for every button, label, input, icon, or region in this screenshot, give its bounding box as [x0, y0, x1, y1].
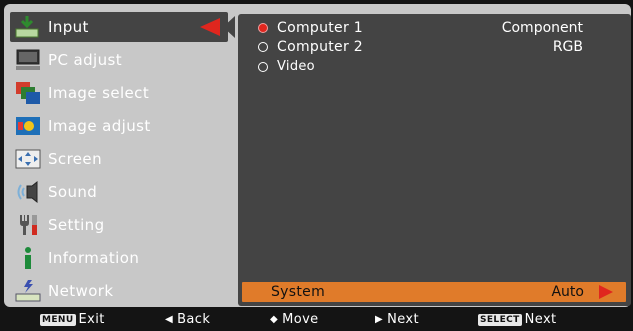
footer-exit: MENU Exit: [40, 312, 105, 327]
network-icon: [12, 277, 44, 305]
up-down-arrow-icon: ◆: [270, 314, 279, 325]
pc-adjust-icon: [12, 46, 44, 74]
option-value: RGB: [552, 39, 583, 55]
menu-key-icon: MENU: [40, 313, 76, 326]
menu-item-label: Information: [48, 249, 140, 267]
setting-icon: [12, 211, 44, 239]
information-icon: [12, 244, 44, 272]
menu-item-label: Network: [48, 282, 114, 300]
footer-next-label: Next: [387, 312, 419, 327]
right-arrow-icon: ▶: [375, 314, 384, 325]
footer-exit-label: Exit: [78, 312, 105, 327]
screen-icon: [12, 145, 44, 173]
menu-item-sound[interactable]: Sound: [10, 177, 228, 207]
footer-back-label: Back: [177, 312, 211, 327]
menu-item-label: Setting: [48, 216, 105, 234]
menu-item-screen[interactable]: Screen: [10, 144, 228, 174]
system-row[interactable]: System Auto: [242, 282, 626, 302]
footer-move: ◆ Move: [270, 312, 319, 327]
menu-item-setting[interactable]: Setting: [10, 210, 228, 240]
select-key-icon: SELECT: [478, 313, 522, 326]
menu-panel: Input PC adjust Image select Image adjus…: [4, 4, 631, 307]
menu-item-network[interactable]: Network: [10, 276, 228, 306]
menu-item-label: PC adjust: [48, 51, 122, 69]
menu-item-information[interactable]: Information: [10, 243, 228, 273]
sound-icon: [12, 178, 44, 206]
radio-icon: [258, 61, 268, 72]
menu-item-label: Image select: [48, 84, 150, 102]
input-submenu: Computer 1 Component Computer 2 RGB Vide…: [238, 14, 631, 306]
menu-item-image-select[interactable]: Image select: [10, 78, 228, 108]
system-value: Auto: [551, 284, 584, 300]
menu-item-label: Screen: [48, 150, 102, 168]
option-value: Component: [501, 20, 583, 36]
option-label: Computer 2: [277, 39, 363, 55]
footer-select-next: SELECT Next: [478, 312, 557, 327]
menu-item-label: Input: [48, 18, 89, 36]
active-arrow-icon: [200, 18, 220, 36]
option-label: Video: [277, 59, 315, 74]
menu-item-label: Image adjust: [48, 117, 151, 135]
menu-item-label: Sound: [48, 183, 98, 201]
radio-selected-icon: [258, 23, 268, 33]
menu-item-input[interactable]: Input: [10, 12, 228, 42]
main-menu: Input PC adjust Image select Image adjus…: [10, 12, 232, 308]
input-icon: [12, 13, 44, 41]
menu-item-image-adjust[interactable]: Image adjust: [10, 111, 228, 141]
left-arrow-icon: ◀: [165, 314, 174, 325]
footer-next: ▶ Next: [375, 312, 419, 327]
projector-osd: Input PC adjust Image select Image adjus…: [0, 0, 633, 331]
menu-item-pc-adjust[interactable]: PC adjust: [10, 45, 228, 75]
footer-move-label: Move: [282, 312, 319, 327]
image-select-icon: [12, 79, 44, 107]
option-computer-1[interactable]: Computer 1: [258, 20, 363, 36]
footer-back: ◀ Back: [165, 312, 210, 327]
selection-pointer: [223, 16, 235, 38]
radio-icon: [258, 42, 268, 52]
right-arrow-icon[interactable]: [599, 285, 613, 299]
option-computer-2[interactable]: Computer 2: [258, 39, 363, 55]
system-label: System: [271, 284, 326, 300]
image-adjust-icon: [12, 112, 44, 140]
option-video[interactable]: Video: [258, 59, 315, 74]
footer-help-bar: MENU Exit ◀ Back ◆ Move ▶ Next SELECT Ne…: [0, 310, 633, 331]
option-label: Computer 1: [277, 20, 363, 36]
footer-select-next-label: Next: [524, 312, 557, 327]
